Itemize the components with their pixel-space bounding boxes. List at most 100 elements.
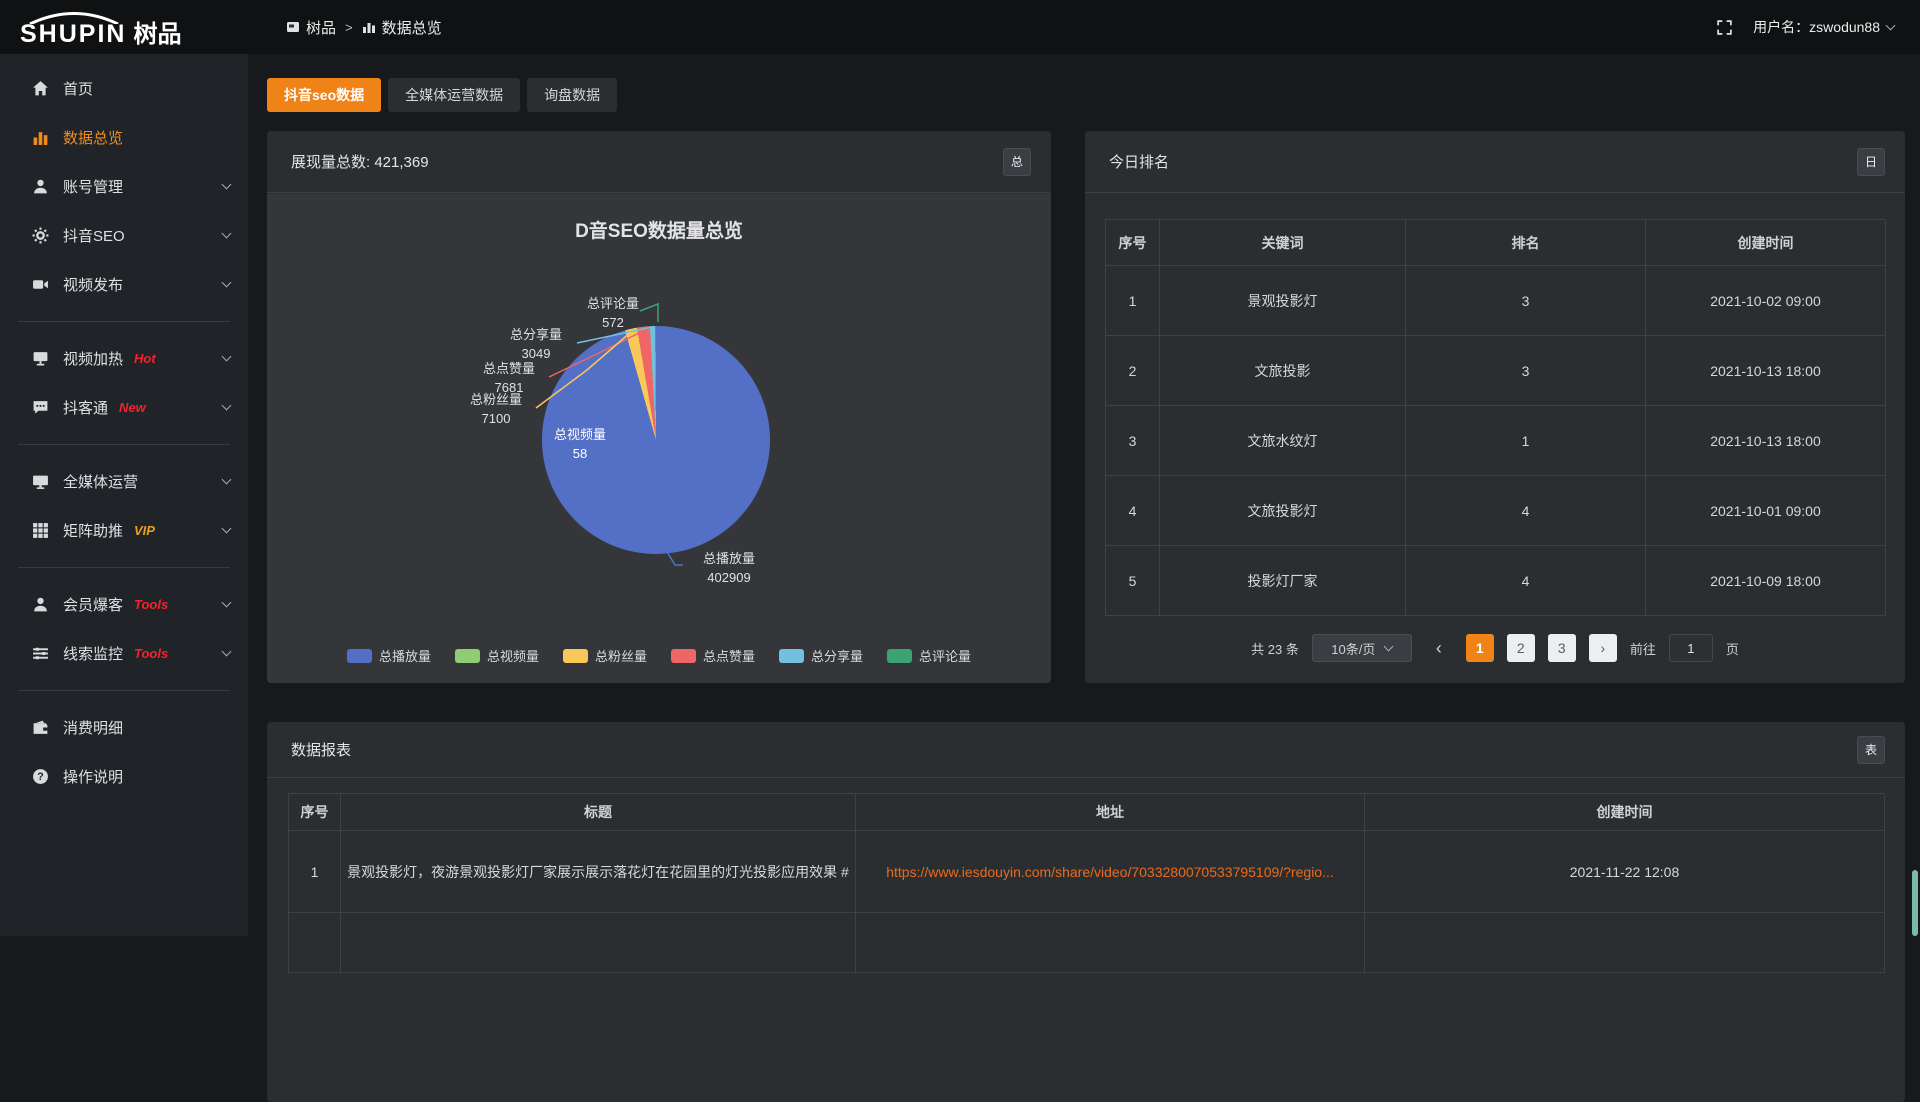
sidebar-item-video-heating[interactable]: 视频加热 Hot: [0, 334, 248, 383]
sidebar-divider: [18, 321, 230, 322]
pie-label-shares: 总分享量 3049: [494, 325, 578, 363]
bar-chart-icon: [30, 129, 50, 146]
chevron-down-icon: [222, 401, 232, 411]
sidebar-item-instructions[interactable]: ? 操作说明: [0, 752, 248, 801]
page-button-2[interactable]: 2: [1507, 634, 1535, 662]
sidebar-item-media-operation[interactable]: 全媒体运营: [0, 457, 248, 506]
legend-swatch: [887, 649, 912, 663]
fullscreen-icon[interactable]: [1716, 19, 1733, 36]
legend-item-videos[interactable]: 总视频量: [455, 646, 539, 665]
sidebar: 首页 数据总览 账号管理 抖音SEO 视频发布 视频加热 Hot: [0, 54, 248, 936]
tab-douyin-seo-data[interactable]: 抖音seo数据: [267, 78, 381, 112]
chevron-down-icon: [222, 352, 232, 362]
table-cell: 3: [1106, 406, 1160, 476]
goto-suffix: 页: [1726, 639, 1739, 658]
legend-item-likes[interactable]: 总点赞量: [671, 646, 755, 665]
app-square-icon: [286, 20, 300, 34]
goto-page-input[interactable]: [1669, 634, 1713, 662]
legend-item-shares[interactable]: 总分享量: [779, 646, 863, 665]
sidebar-item-spending-detail[interactable]: 消费明细: [0, 703, 248, 752]
legend-swatch: [779, 649, 804, 663]
legend-item-plays[interactable]: 总播放量: [347, 646, 431, 665]
sliders-icon: [30, 645, 50, 662]
breadcrumb-current[interactable]: 数据总览: [362, 17, 442, 38]
table-cell: 4: [1106, 476, 1160, 546]
sidebar-item-member-baoke[interactable]: 会员爆客 Tools: [0, 580, 248, 629]
home-icon: [30, 80, 50, 97]
total-toggle-button[interactable]: 总: [1003, 148, 1031, 176]
legend-item-fans[interactable]: 总粉丝量: [563, 646, 647, 665]
table-cell: 文旅水纹灯: [1160, 406, 1406, 476]
legend-item-comments[interactable]: 总评论量: [887, 646, 971, 665]
chevron-down-icon: [222, 598, 232, 608]
chevron-down-icon: [222, 180, 232, 190]
sidebar-item-douketong[interactable]: 抖客通 New: [0, 383, 248, 432]
svg-text:?: ?: [37, 771, 43, 783]
logo-arc-icon: [26, 12, 122, 24]
table-cell: 景观投影灯: [1160, 266, 1406, 336]
page-button-1[interactable]: 1: [1466, 634, 1494, 662]
table-cell: 5: [1106, 546, 1160, 616]
table-cell: [1365, 913, 1885, 973]
username-label: 用户名：zswodun88: [1753, 17, 1880, 37]
chart-panel: 展现量总数: 421,369 总 D音SEO数据量总览 总评论量 572 总分享…: [267, 131, 1051, 683]
hot-badge: Hot: [134, 351, 156, 366]
day-toggle-button[interactable]: 日: [1857, 148, 1885, 176]
column-header: 创建时间: [1646, 220, 1886, 266]
sidebar-item-data-overview[interactable]: 数据总览: [0, 113, 248, 162]
page-button-3[interactable]: 3: [1548, 634, 1576, 662]
column-header: 标题: [341, 794, 856, 831]
table-cell: 1: [289, 831, 341, 913]
scrollbar-thumb[interactable]: [1912, 870, 1918, 936]
new-badge: New: [119, 400, 146, 415]
tab-inquiry-data[interactable]: 询盘数据: [527, 78, 617, 112]
pagination: 共 23 条 10条/页 ‹ 1 2 3 › 前往 页: [1085, 634, 1905, 662]
grid-icon: [30, 522, 50, 539]
column-header: 序号: [289, 794, 341, 831]
report-panel-header: 数据报表 表: [267, 722, 1905, 778]
video-link[interactable]: https://www.iesdouyin.com/share/video/70…: [886, 864, 1334, 880]
breadcrumb-root[interactable]: 树品: [286, 17, 336, 38]
pie-label-fans: 总粉丝量 7100: [454, 390, 538, 428]
top-bar: SHUPIN 树品 树品 > 数据总览 用户名：zswodun88: [0, 0, 1920, 54]
table-cell-title: 景观投影灯，夜游景观投影灯厂家展示展示落花灯在花园里的灯光投影应用效果 #: [341, 831, 856, 913]
table-cell: 4: [1406, 546, 1646, 616]
sidebar-item-lead-monitor[interactable]: 线索监控 Tools: [0, 629, 248, 678]
chart-title: D音SEO数据量总览: [267, 216, 1051, 243]
table-cell: [341, 913, 856, 973]
main-content: 抖音seo数据 全媒体运营数据 询盘数据 展现量总数: 421,369 总 D音…: [248, 54, 1920, 936]
gear-icon: [30, 227, 50, 244]
impressions-total-label: 展现量总数: 421,369: [291, 151, 429, 172]
chevron-down-icon: [222, 475, 232, 485]
table-cell: 3: [1406, 336, 1646, 406]
column-header: 序号: [1106, 220, 1160, 266]
table-cell: [289, 913, 341, 973]
user-menu[interactable]: 用户名：zswodun88: [1753, 17, 1894, 37]
next-page-button[interactable]: ›: [1589, 634, 1617, 662]
report-table: 序号 标题 地址 创建时间 1 景观投影灯，夜游景观投影灯厂家展示展示落花灯在花…: [288, 793, 1884, 973]
table-toggle-button[interactable]: 表: [1857, 736, 1885, 764]
sidebar-item-douyin-seo[interactable]: 抖音SEO: [0, 211, 248, 260]
monitor-icon: [30, 473, 50, 490]
prev-page-button[interactable]: ‹: [1425, 634, 1453, 662]
sidebar-item-matrix-boost[interactable]: 矩阵助推 VIP: [0, 506, 248, 555]
table-cell: 2021-10-01 09:00: [1646, 476, 1886, 546]
breadcrumb: 树品 > 数据总览: [286, 17, 442, 38]
video-icon: [30, 276, 50, 293]
tools-badge: Tools: [134, 646, 168, 661]
column-header: 创建时间: [1365, 794, 1885, 831]
sidebar-item-home[interactable]: 首页: [0, 64, 248, 113]
page-size-select[interactable]: 10条/页: [1312, 634, 1412, 662]
chevron-down-icon: [222, 229, 232, 239]
table-cell: 2021-11-22 12:08: [1365, 831, 1885, 913]
table-cell: 1: [1406, 406, 1646, 476]
table-cell: 2021-10-09 18:00: [1646, 546, 1886, 616]
screen-icon: [30, 350, 50, 367]
ranking-panel-header: 今日排名 日: [1085, 131, 1905, 193]
sidebar-item-accounts[interactable]: 账号管理: [0, 162, 248, 211]
tab-media-operation-data[interactable]: 全媒体运营数据: [388, 78, 520, 112]
sidebar-item-video-publish[interactable]: 视频发布: [0, 260, 248, 309]
goto-prefix: 前往: [1630, 639, 1656, 658]
question-icon: ?: [30, 768, 50, 785]
table-cell: 4: [1406, 476, 1646, 546]
